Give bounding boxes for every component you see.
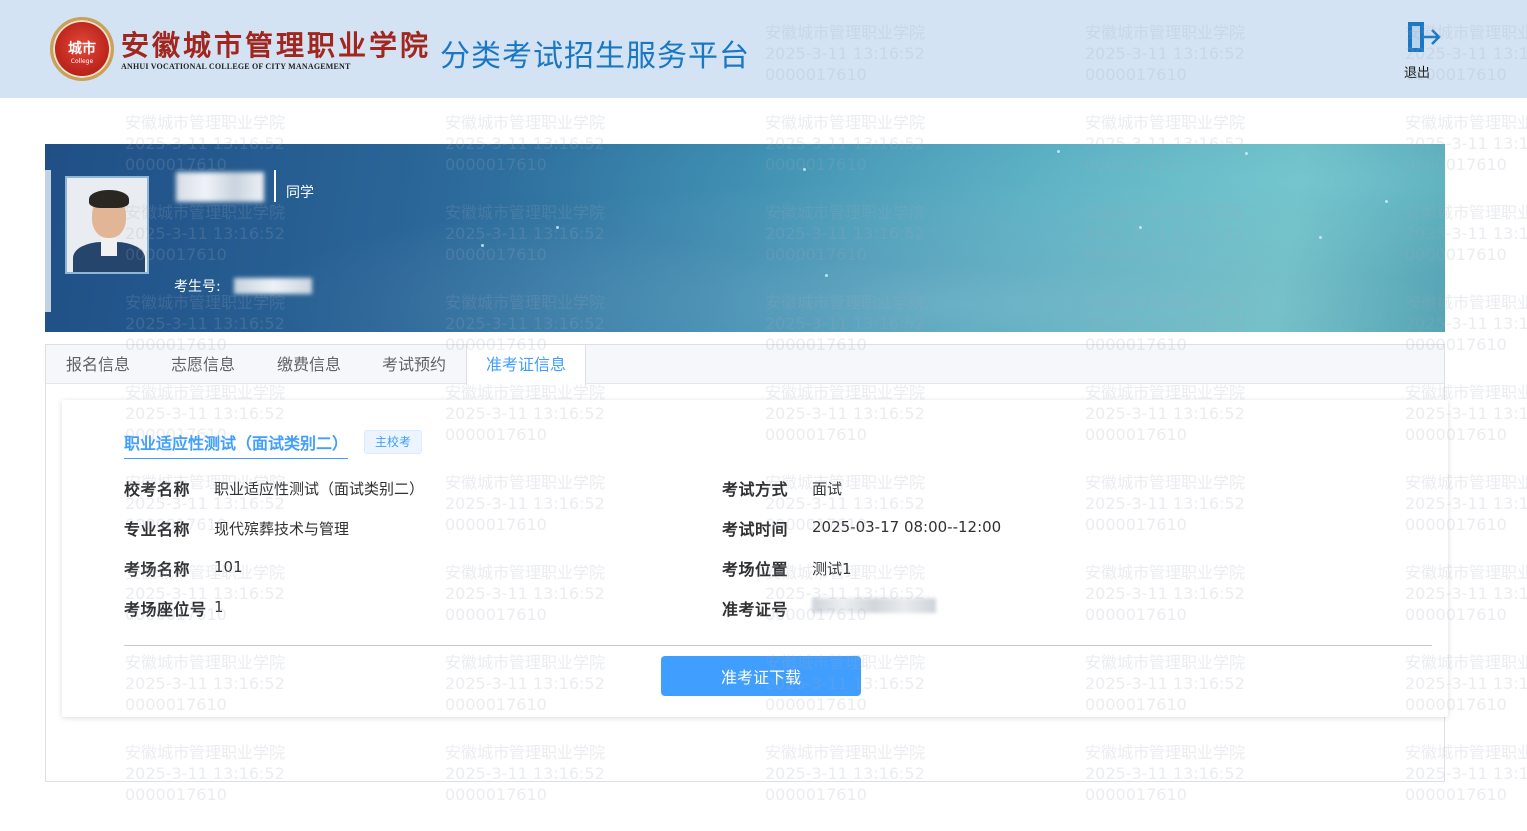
tab-exam-booking[interactable]: 考试预约 — [362, 345, 466, 384]
exam-no-label: 考生号: — [174, 279, 221, 295]
field-label: 考场位置 — [722, 560, 789, 579]
field-label: 考场座位号 — [124, 600, 207, 619]
field-label: 校考名称 — [124, 480, 191, 499]
field-value: 101 — [214, 558, 243, 576]
exam-no-redacted — [234, 278, 312, 294]
field-value: 2025-03-17 08:00--12:00 — [812, 518, 1002, 536]
banner-side-bar — [45, 170, 51, 312]
field-label: 考试时间 — [722, 520, 789, 539]
field-label: 准考证号 — [722, 600, 789, 619]
student-banner: 同学 考生号: — [45, 144, 1445, 332]
watermark-line: 安徽城市管理职业学院 — [765, 113, 926, 132]
tab-payment[interactable]: 缴费信息 — [256, 345, 362, 384]
exam-type-badge: 主校考 — [364, 430, 422, 454]
logout-icon[interactable] — [1406, 20, 1442, 54]
field-label: 考场名称 — [124, 560, 191, 579]
divider — [124, 645, 1432, 646]
watermark-line: 安徽城市管理职业学院 — [1085, 113, 1246, 132]
watermark-line: 0000017610 — [445, 785, 547, 804]
field-value: 测试1 — [812, 560, 852, 578]
school-logo: 城市 College — [50, 17, 114, 81]
watermark-line: 0000017610 — [1085, 785, 1187, 804]
watermark-line: 安徽城市管理职业学院 — [125, 113, 286, 132]
logout-button[interactable]: 退出 — [1400, 20, 1442, 81]
field-value: 面试 — [812, 480, 843, 498]
name-separator — [274, 170, 276, 202]
field-label: 考试方式 — [722, 480, 789, 499]
download-ticket-button[interactable]: 准考证下载 — [661, 656, 861, 696]
field-value: 现代殡葬技术与管理 — [214, 520, 350, 538]
logo-sub: College — [70, 58, 94, 65]
tab-preferences[interactable]: 志愿信息 — [150, 345, 256, 384]
student-photo — [65, 176, 149, 274]
tab-panel: 报名信息 志愿信息 缴费信息 考试预约 准考证信息 职业适应性测试（面试类别二）… — [45, 344, 1448, 782]
field-label: 专业名称 — [124, 520, 191, 539]
tab-bar: 报名信息 志愿信息 缴费信息 考试预约 准考证信息 — [46, 345, 1444, 385]
student-name-redacted — [176, 172, 264, 202]
field-value: 1 — [214, 598, 224, 616]
watermark-line: 安徽城市管理职业学院 — [1405, 113, 1527, 132]
tab-registration[interactable]: 报名信息 — [46, 345, 150, 384]
admission-no-redacted — [812, 598, 936, 613]
school-name-cn: 安徽城市管理职业学院 — [121, 29, 432, 62]
tab-admission-ticket[interactable]: 准考证信息 — [466, 345, 586, 385]
exam-title: 职业适应性测试（面试类别二） — [124, 430, 349, 459]
watermark-line: 安徽城市管理职业学院 — [445, 113, 606, 132]
watermark-line: 0000017610 — [125, 785, 227, 804]
admission-card: 职业适应性测试（面试类别二） 主校考 校考名称 职业适应性测试（面试类别二） 专… — [62, 400, 1448, 717]
platform-title: 分类考试招生服务平台 — [440, 39, 750, 74]
field-value: 职业适应性测试（面试类别二） — [214, 480, 425, 498]
watermark-line: 0000017610 — [765, 785, 867, 804]
logout-label[interactable]: 退出 — [1404, 62, 1430, 81]
student-suffix: 同学 — [286, 185, 314, 201]
watermark-line: 0000017610 — [1405, 785, 1507, 804]
logo-text: 城市 — [68, 41, 96, 57]
top-header: 城市 College 安徽城市管理职业学院 ANHUI VOCATIONAL C… — [0, 0, 1527, 98]
school-name-en: ANHUI VOCATIONAL COLLEGE OF CITY MANAGEM… — [121, 62, 351, 71]
